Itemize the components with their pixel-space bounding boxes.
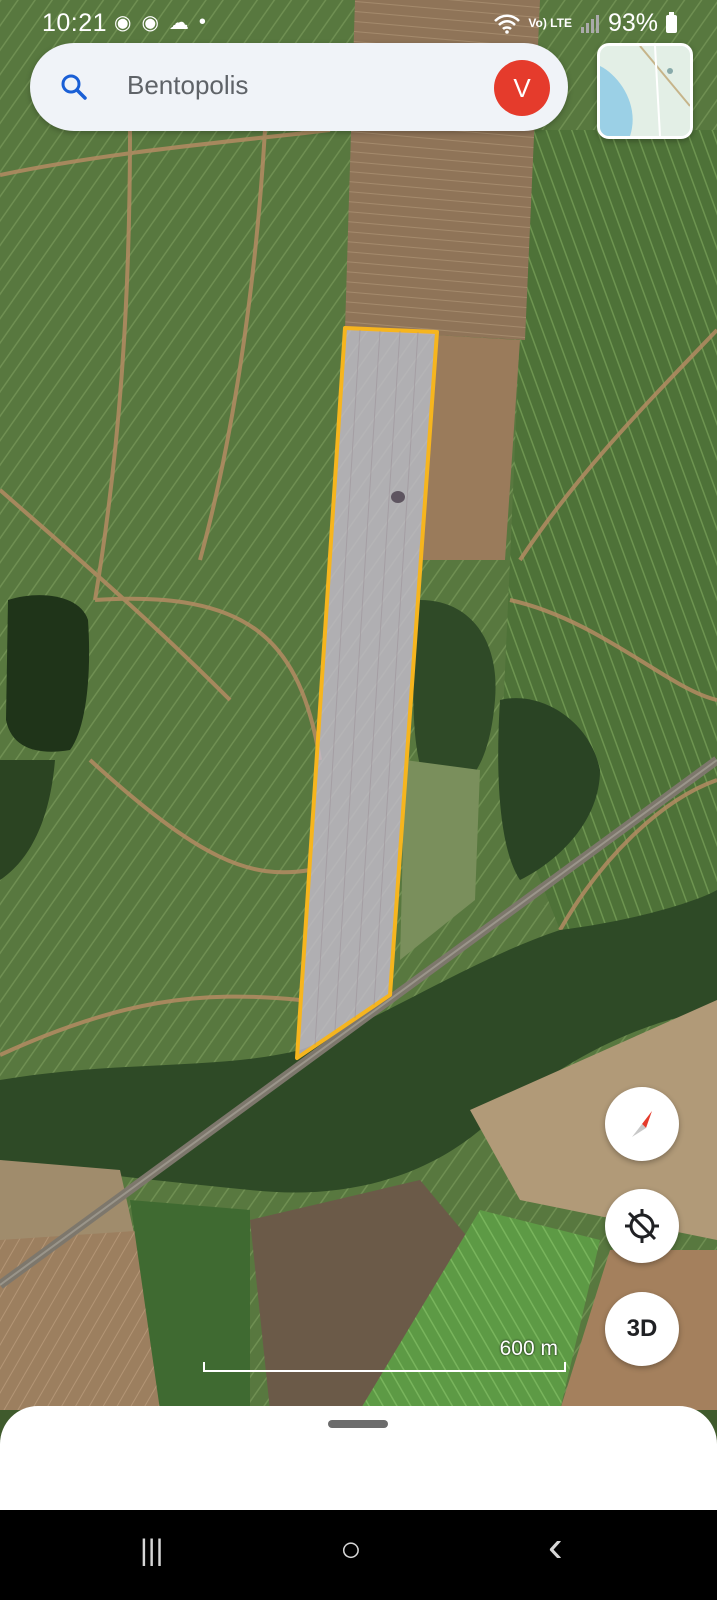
3d-view-button[interactable]: 3D bbox=[605, 1292, 679, 1366]
satellite-map[interactable] bbox=[0, 0, 717, 1410]
back-button[interactable]: ‹ bbox=[548, 1522, 563, 1572]
chrome-icon: ◉ bbox=[114, 12, 132, 34]
search-bar[interactable]: Bentopolis V bbox=[30, 43, 568, 131]
map-layers-button[interactable] bbox=[597, 43, 693, 139]
map-layer-thumbnail-icon bbox=[600, 46, 690, 136]
compass-button[interactable] bbox=[605, 1087, 679, 1161]
wifi-icon bbox=[494, 14, 521, 34]
status-time: 10:21 bbox=[42, 9, 108, 37]
status-right: Vo) LTE 93% bbox=[494, 9, 677, 38]
search-query[interactable]: Bentopolis bbox=[127, 70, 248, 101]
system-nav-bar: ||| ○ ‹ bbox=[0, 1510, 717, 1600]
location-disabled-icon bbox=[625, 1209, 659, 1243]
scale-bar bbox=[203, 1362, 566, 1372]
map-scale: 600 m bbox=[203, 1337, 566, 1372]
dot-icon: • bbox=[198, 11, 206, 33]
search-icon bbox=[61, 74, 87, 100]
notification-icons: ◉ ◉ ☁ • bbox=[114, 10, 206, 35]
scale-label: 600 m bbox=[499, 1337, 558, 1360]
network-label: Vo) LTE bbox=[528, 16, 572, 30]
status-bar: 10:21 ◉ ◉ ☁ • Vo) LTE 93% bbox=[0, 0, 717, 46]
avatar[interactable]: V bbox=[494, 60, 550, 116]
drag-handle[interactable] bbox=[328, 1420, 388, 1428]
bottom-sheet[interactable] bbox=[0, 1406, 717, 1511]
battery-percent: 93% bbox=[607, 9, 658, 37]
recents-button[interactable]: ||| bbox=[140, 1534, 163, 1568]
cloud-icon: ☁ bbox=[168, 12, 189, 34]
battery-icon bbox=[666, 11, 677, 33]
my-location-button[interactable] bbox=[605, 1189, 679, 1263]
chrome-icon-2: ◉ bbox=[141, 12, 159, 34]
compass-icon bbox=[632, 1111, 652, 1137]
signal-icon bbox=[580, 14, 599, 33]
home-button[interactable]: ○ bbox=[340, 1528, 362, 1570]
